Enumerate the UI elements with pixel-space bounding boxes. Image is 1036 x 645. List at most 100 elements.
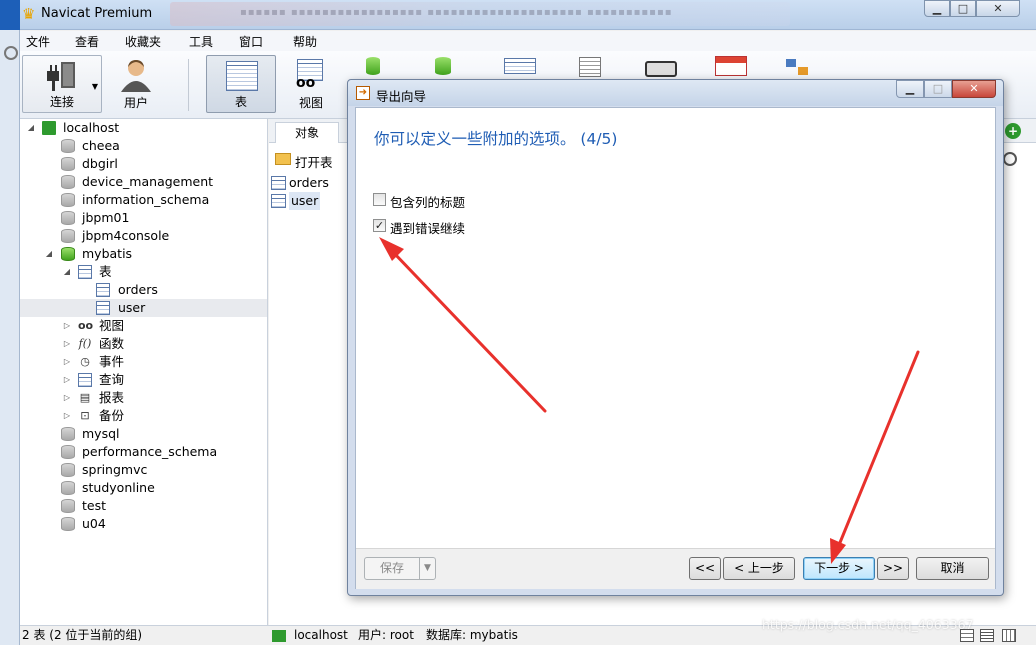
expand-icon[interactable]: ▷ — [62, 317, 72, 335]
plug-icon — [47, 62, 75, 91]
tree-db-jbpm4console[interactable]: jbpm4console — [20, 227, 267, 245]
expand-icon[interactable]: ▷ — [62, 407, 72, 425]
title-bar: ♛ Navicat Premium ▪▪▪▪▪▪ ▪▪▪▪▪▪▪▪▪▪▪▪▪▪▪… — [20, 0, 1036, 30]
menu-tools[interactable]: 工具 — [189, 33, 213, 50]
connection-icon — [42, 121, 56, 135]
background-window-sliver — [0, 0, 20, 645]
table-icon — [78, 265, 92, 279]
collapse-icon[interactable]: ◢ — [44, 245, 54, 263]
table-icon — [96, 301, 110, 315]
checkbox-box[interactable] — [373, 193, 386, 206]
database-open-icon — [61, 247, 75, 261]
collapse-icon[interactable]: ◢ — [62, 263, 72, 281]
tree-db-device-management[interactable]: device_management — [20, 173, 267, 191]
model-icon[interactable] — [784, 57, 814, 77]
report-icon[interactable] — [579, 57, 601, 77]
tree-table-user[interactable]: user — [20, 299, 267, 317]
detail-view-icon[interactable] — [980, 629, 994, 642]
table-label: orders — [118, 282, 158, 297]
menu-help[interactable]: 帮助 — [293, 33, 317, 50]
database-label: u04 — [82, 516, 106, 531]
query-icon — [78, 373, 92, 387]
tree-db-studyonline[interactable]: studyonline — [20, 479, 267, 497]
tree-group-reports[interactable]: ▷ ▤ 报表 — [20, 389, 267, 407]
database-icon — [61, 229, 75, 243]
status-database: 数据库: mybatis — [426, 628, 518, 642]
tree-db-test[interactable]: test — [20, 497, 267, 515]
tree-db-cheea[interactable]: cheea — [20, 137, 267, 155]
dialog-maximize-button[interactable]: □ — [924, 80, 952, 98]
tree-group-queries[interactable]: ▷ 查询 — [20, 371, 267, 389]
query-icon[interactable] — [504, 58, 536, 74]
user-button[interactable]: 用户 — [112, 55, 160, 113]
dialog-minimize-button[interactable]: ▁ — [896, 80, 924, 98]
checkbox-label: 遇到错误继续 — [390, 221, 466, 236]
collapse-icon[interactable]: ◢ — [26, 119, 36, 137]
maximize-button[interactable]: □ — [950, 0, 976, 17]
tab-objects[interactable]: 对象 — [275, 122, 339, 143]
tree-group-functions[interactable]: ▷ f() 函数 — [20, 335, 267, 353]
table-button[interactable]: 表 — [206, 55, 276, 113]
schedule-icon[interactable] — [715, 56, 747, 76]
save-button[interactable]: 保存 — [364, 557, 420, 580]
tree-connection[interactable]: ◢ localhost — [20, 119, 267, 137]
database-icon — [61, 211, 75, 225]
database-label: jbpm4console — [82, 228, 170, 243]
expand-icon[interactable]: ▷ — [62, 353, 72, 371]
chevron-down-icon[interactable]: ▼ — [92, 82, 98, 91]
user-icon — [121, 60, 151, 92]
menu-view[interactable]: 查看 — [75, 33, 99, 50]
status-connection: localhost — [294, 628, 348, 642]
connection-label: localhost — [63, 120, 120, 135]
database-icon — [61, 175, 75, 189]
search-icon[interactable] — [1003, 152, 1017, 166]
next-button[interactable]: 下一步 > — [803, 557, 875, 580]
menu-window[interactable]: 窗口 — [239, 33, 263, 50]
dialog-close-button[interactable]: ✕ — [952, 80, 996, 98]
glasses-icon: oo — [78, 319, 94, 332]
backup-icon[interactable] — [645, 61, 677, 77]
tree-db-information-schema[interactable]: information_schema — [20, 191, 267, 209]
tree-table-orders[interactable]: orders — [20, 281, 267, 299]
cancel-button[interactable]: 取消 — [916, 557, 989, 580]
checkbox-box[interactable]: ✓ — [373, 219, 386, 232]
tree-db-mysql[interactable]: mysql — [20, 425, 267, 443]
tree-db-u04[interactable]: u04 — [20, 515, 267, 533]
event-icon[interactable] — [435, 57, 451, 75]
function-icon[interactable] — [366, 57, 380, 75]
database-icon — [61, 193, 75, 207]
view-button[interactable]: oo 视图 — [288, 55, 334, 113]
tree-group-views[interactable]: ▷ oo 视图 — [20, 317, 267, 335]
tree-db-performance-schema[interactable]: performance_schema — [20, 443, 267, 461]
tree-db-springmvc[interactable]: springmvc — [20, 461, 267, 479]
last-step-button[interactable]: >> — [877, 557, 909, 580]
first-step-button[interactable]: << — [689, 557, 721, 580]
watermark: https://blog.csdn.net/qq_4063367 — [762, 617, 974, 632]
export-wizard-dialog: ➜ 导出向导 ▁ □ ✕ 你可以定义一些附加的选项。 (4/5) 包含列的标题 … — [347, 79, 1004, 596]
group-label: 函数 — [99, 336, 125, 351]
database-label: mysql — [82, 426, 120, 441]
menu-favorites[interactable]: 收藏夹 — [125, 33, 161, 50]
database-icon — [61, 445, 75, 459]
add-icon[interactable]: + — [1005, 123, 1021, 139]
tree-db-dbgirl[interactable]: dbgirl — [20, 155, 267, 173]
expand-icon[interactable]: ▷ — [62, 371, 72, 389]
database-icon — [61, 481, 75, 495]
tree-db-mybatis[interactable]: ◢ mybatis — [20, 245, 267, 263]
expand-icon[interactable]: ▷ — [62, 335, 72, 353]
grid-view-icon[interactable] — [1002, 629, 1016, 642]
tree-group-backups[interactable]: ▷ ⊡ 备份 — [20, 407, 267, 425]
minimize-button[interactable]: ▁ — [924, 0, 950, 17]
tree-group-tables[interactable]: ◢ 表 — [20, 263, 267, 281]
function-icon: f() — [78, 337, 92, 350]
chevron-down-icon[interactable]: ▼ — [419, 557, 436, 580]
connect-button[interactable]: ▼ 连接 — [22, 55, 102, 113]
close-button[interactable]: ✕ — [976, 0, 1020, 17]
export-icon: ➜ — [356, 86, 370, 100]
expand-icon[interactable]: ▷ — [62, 389, 72, 407]
previous-button[interactable]: < 上一步 — [723, 557, 795, 580]
menu-file[interactable]: 文件 — [26, 33, 50, 50]
tree-group-events[interactable]: ▷ ◷ 事件 — [20, 353, 267, 371]
database-label: cheea — [82, 138, 120, 153]
tree-db-jbpm01[interactable]: jbpm01 — [20, 209, 267, 227]
